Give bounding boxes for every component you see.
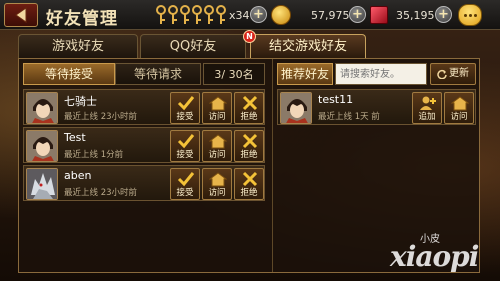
stamina-count: x34 (229, 9, 250, 22)
friend-name: 七骑士 (64, 95, 97, 108)
watermark-logo: xiaopi (390, 240, 479, 273)
add-friend-button[interactable]: 追加 (412, 92, 442, 124)
cross-icon (242, 171, 258, 187)
visit-label: 访问 (208, 188, 226, 198)
reject-label: 拒绝 (240, 188, 258, 198)
visit-button[interactable]: 访问 (202, 92, 232, 124)
friend-name: Test (64, 131, 86, 144)
list-item: aben 最近上线 23小时前 接受 访问 拒绝 (23, 165, 265, 201)
pending-subtabs: 等待接受 等待请求 3/ 30名 (23, 63, 265, 85)
list-item: Test 最近上线 1分前 接受 访问 拒绝 (23, 127, 265, 163)
accept-label: 接受 (176, 188, 194, 198)
back-arrow-icon (15, 7, 27, 23)
key-icon (156, 5, 166, 24)
key-icon (192, 5, 202, 24)
accept-button[interactable]: 接受 (170, 92, 200, 124)
avatar (26, 92, 58, 124)
last-online: 最近上线 1天 前 (318, 112, 380, 122)
top-bar: 好友管理 x34 + 57,975 + 35,195 + (0, 0, 500, 30)
reject-button[interactable]: 拒绝 (234, 92, 264, 124)
checkmark-icon (177, 172, 195, 187)
cross-icon (242, 133, 258, 149)
add-gold-button[interactable]: + (349, 6, 366, 23)
subtab-awaiting-request[interactable]: 等待请求 (115, 63, 201, 85)
friend-count: 3/ 30名 (203, 63, 265, 85)
avatar (280, 92, 312, 124)
hero-portrait-icon (27, 131, 57, 161)
new-badge: N (243, 30, 256, 43)
avatar (26, 168, 58, 200)
refresh-label: 更新 (449, 68, 469, 79)
house-visit-icon (209, 96, 227, 111)
stamina-keys (155, 5, 227, 25)
hero-portrait-icon (281, 93, 311, 123)
list-item: test11 最近上线 1天 前 追加 访问 (277, 89, 476, 125)
gold-coin-icon (271, 5, 291, 25)
reject-button[interactable]: 拒绝 (234, 130, 264, 162)
subtab-awaiting-accept[interactable]: 等待接受 (23, 63, 115, 85)
visit-label: 访问 (450, 112, 468, 122)
checkmark-icon (177, 96, 195, 111)
key-icon (180, 5, 190, 24)
friend-search-input[interactable] (335, 63, 427, 85)
house-visit-icon (451, 96, 469, 111)
add-gem-button[interactable]: + (435, 6, 452, 23)
house-visit-icon (209, 134, 227, 149)
list-item: 七骑士 最近上线 23小时前 接受 访问 拒绝 (23, 89, 265, 125)
visit-label: 访问 (208, 150, 226, 160)
last-online: 最近上线 1分前 (64, 150, 124, 160)
gem-amount: 35,195 (396, 9, 435, 22)
accept-button[interactable]: 接受 (170, 130, 200, 162)
key-icon (216, 5, 226, 24)
silver-beast-portrait-icon (27, 169, 57, 199)
reject-label: 拒绝 (240, 150, 258, 160)
accept-label: 接受 (176, 112, 194, 122)
tab-make-friends-label: 结交游戏好友 (268, 39, 347, 54)
friend-name: test11 (318, 93, 354, 106)
reject-label: 拒绝 (240, 112, 258, 122)
key-icon (204, 5, 214, 24)
chat-dots-icon (463, 13, 467, 17)
add-person-icon (420, 96, 436, 110)
tab-game-friends[interactable]: 游戏好友 (18, 34, 138, 58)
friend-tabs: 游戏好友 QQ好友 N 结交游戏好友 (18, 30, 368, 58)
last-online: 最近上线 23小时前 (64, 188, 138, 198)
add-stamina-button[interactable]: + (250, 6, 267, 23)
hero-portrait-icon (27, 93, 57, 123)
chat-button[interactable] (458, 4, 482, 26)
ruby-gem-icon (370, 6, 388, 24)
accept-label: 接受 (176, 150, 194, 160)
reject-button[interactable]: 拒绝 (234, 168, 264, 200)
visit-button[interactable]: 访问 (202, 130, 232, 162)
site-watermark: 小皮 xiaopi (390, 230, 500, 281)
add-label: 追加 (418, 112, 436, 122)
refresh-button[interactable]: 更新 (430, 63, 476, 85)
tab-make-friends[interactable]: N 结交游戏好友 (243, 30, 366, 58)
last-online: 最近上线 23小时前 (64, 112, 138, 122)
cross-icon (242, 95, 258, 111)
visit-label: 访问 (208, 112, 226, 122)
key-icon (168, 5, 178, 24)
visit-button[interactable]: 访问 (202, 168, 232, 200)
pending-column: 等待接受 等待请求 3/ 30名 七骑士 最近上线 23小时前 接受 访问 拒绝… (19, 59, 269, 272)
tab-qq-friends[interactable]: QQ好友 (140, 34, 246, 58)
page-title: 好友管理 (46, 9, 118, 29)
gold-amount: 57,975 (311, 9, 350, 22)
back-button[interactable] (4, 3, 38, 27)
accept-button[interactable]: 接受 (170, 168, 200, 200)
avatar (26, 130, 58, 162)
visit-button[interactable]: 访问 (444, 92, 474, 124)
checkmark-icon (177, 134, 195, 149)
recommend-label: 推荐好友 (277, 63, 333, 85)
friend-name: aben (64, 169, 92, 182)
refresh-icon (437, 69, 447, 79)
house-visit-icon (209, 172, 227, 187)
